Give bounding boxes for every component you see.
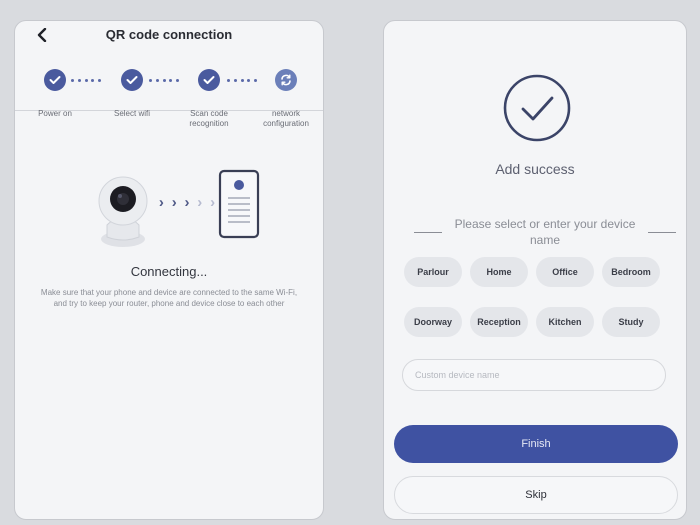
- divider: [648, 231, 676, 233]
- custom-device-name-input[interactable]: [402, 359, 666, 391]
- step-select-wifi-indicator: [121, 69, 143, 91]
- step-connector: [71, 75, 101, 85]
- step-scan-code-indicator: [198, 69, 220, 91]
- name-prompt: Please select or enter your device name: [454, 217, 636, 247]
- divider: [414, 231, 442, 233]
- room-chip-kitchen[interactable]: Kitchen: [536, 307, 594, 337]
- success-title: Add success: [495, 161, 575, 177]
- check-icon: [203, 76, 215, 84]
- pairing-arrows: › › › › ›: [155, 195, 219, 211]
- camera-icon: [95, 171, 155, 247]
- step-connector: [227, 75, 257, 85]
- room-chip-home[interactable]: Home: [470, 257, 528, 287]
- phone-icon: [218, 169, 260, 239]
- room-chip-study[interactable]: Study: [602, 307, 660, 337]
- step-power-on-indicator: [44, 69, 66, 91]
- connection-hint: Make sure that your phone and device are…: [40, 288, 298, 308]
- room-chip-bedroom[interactable]: Bedroom: [602, 257, 660, 287]
- room-chip-list: Parlour Home Office Bedroom Doorway Rece…: [404, 257, 670, 337]
- skip-button[interactable]: Skip: [394, 476, 678, 514]
- connecting-illustration: › › › › ›: [15, 161, 323, 261]
- add-success-screen: Add success Please select or enter your …: [383, 20, 687, 520]
- check-icon: [126, 76, 138, 84]
- finish-button[interactable]: Finish: [394, 425, 678, 463]
- sync-icon: [281, 74, 291, 86]
- arrow-icon: ›: [197, 194, 203, 211]
- step-label: network configuration: [263, 109, 309, 128]
- room-chip-doorway[interactable]: Doorway: [404, 307, 462, 337]
- arrow-icon: ›: [171, 194, 177, 211]
- step-label: Power on: [38, 109, 72, 118]
- arrow-icon: ›: [210, 194, 216, 211]
- name-prompt-row: Please select or enter your device name: [414, 214, 676, 250]
- step-connector: [149, 75, 179, 85]
- arrow-icon: ›: [158, 194, 164, 211]
- step-label: Scan code recognition: [189, 109, 229, 128]
- room-chip-office[interactable]: Office: [536, 257, 594, 287]
- qr-connection-screen: QR code connection Power on Select wifi …: [14, 20, 324, 520]
- step-label: Select wifi: [113, 109, 150, 118]
- check-circle-icon: [502, 73, 572, 143]
- connection-status: Connecting...: [130, 264, 208, 279]
- step-network-configuration-indicator: [275, 69, 297, 91]
- check-icon: [49, 76, 61, 84]
- arrow-icon: ›: [184, 194, 190, 211]
- room-chip-reception[interactable]: Reception: [470, 307, 528, 337]
- room-chip-parlour[interactable]: Parlour: [404, 257, 462, 287]
- connection-stepper: Power on Select wifi Scan code recogniti…: [15, 21, 323, 128]
